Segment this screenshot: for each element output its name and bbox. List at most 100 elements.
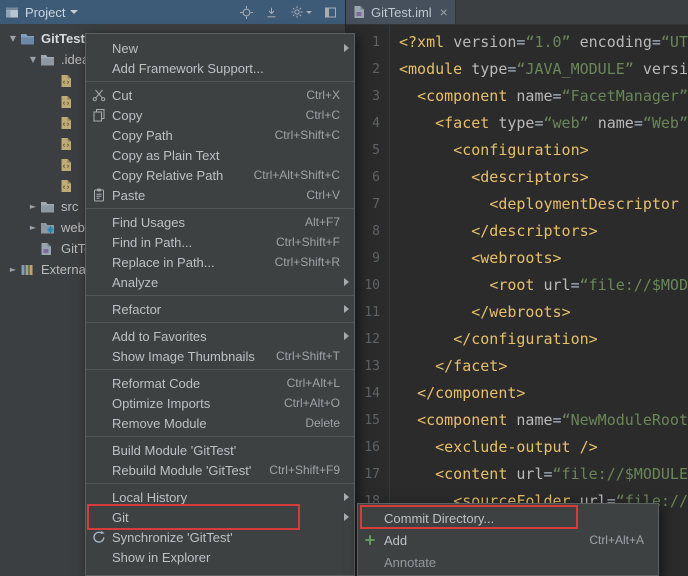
chevron-right-icon[interactable]: ► (26, 223, 40, 232)
menu-item-copy-relative-path[interactable]: Copy Relative PathCtrl+Alt+Shift+C (86, 165, 354, 185)
chevron-down-icon (306, 11, 312, 14)
code-line: <component name=“FacetManager”> (399, 83, 688, 110)
menu-separator (86, 322, 354, 323)
locate-icon[interactable] (240, 6, 253, 19)
menu-item-label: Show in Explorer (112, 550, 210, 565)
iml-file-icon (40, 242, 58, 256)
code-line: <facet type=“web” name=“Web”> (399, 110, 688, 137)
xml-file-icon (60, 116, 78, 130)
code-line: <module type=“JAVA_MODULE” version=“4”> (399, 56, 688, 83)
menu-shortcut: Ctrl+Shift+T (276, 349, 340, 363)
xml-file-icon (60, 74, 78, 88)
panel-header-actions (240, 5, 337, 19)
menu-item-local-history[interactable]: Local History (86, 487, 354, 507)
menu-item-label: Find in Path... (112, 235, 192, 250)
menu-item-new[interactable]: New (86, 38, 354, 58)
menu-item-commit-directory[interactable]: Commit Directory... (358, 507, 658, 529)
xml-file-icon (60, 179, 78, 193)
chevron-down-icon[interactable]: ▼ (6, 34, 20, 43)
menu-item-show-in-explorer[interactable]: Show in Explorer (86, 547, 354, 567)
menu-item-label: Paste (112, 188, 145, 203)
tab-gittest-iml[interactable]: GitTest.iml × (346, 0, 456, 24)
menu-item-copy[interactable]: CopyCtrl+C (86, 105, 354, 125)
tree-label: src (61, 199, 78, 214)
menu-item-label: Git (112, 510, 129, 525)
editor-body: 123456789101112131415161718 <?xml versio… (346, 25, 688, 576)
menu-item-label: Refactor (112, 302, 161, 317)
ide-window: Project ▼GitTest▼.idea►src►webGitTest.im… (0, 0, 688, 576)
submenu-arrow-icon (344, 493, 349, 501)
menu-icon-spacer (92, 396, 112, 410)
menu-shortcut: Ctrl+Alt+A (589, 533, 644, 547)
menu-icon-spacer (92, 168, 112, 182)
menu-icon-spacer (92, 550, 112, 564)
menu-icon-spacer (92, 463, 112, 477)
tree-label: GitTest (41, 31, 85, 46)
menu-item-copy-path[interactable]: Copy PathCtrl+Shift+C (86, 125, 354, 145)
menu-item-annotate[interactable]: Annotate (358, 551, 658, 573)
editor-tab-bar: GitTest.iml × (346, 0, 688, 25)
project-panel-title[interactable]: Project (25, 5, 65, 20)
menu-item-paste[interactable]: Paste Ctrl+V (86, 185, 354, 205)
menu-shortcut: Alt+F7 (305, 215, 340, 229)
editor-pane: GitTest.iml × 12345678910111213141516171… (345, 0, 688, 576)
menu-icon-spacer (92, 329, 112, 343)
xml-file-icon (60, 137, 78, 151)
editor-code[interactable]: <?xml version=“1.0” encoding=“UTF-8”?><m… (390, 25, 688, 576)
menu-item-analyze[interactable]: Analyze (86, 272, 354, 292)
menu-item-add-framework-support[interactable]: Add Framework Support... (86, 58, 354, 78)
code-line: </facet> (399, 353, 688, 380)
menu-icon-spacer (92, 255, 112, 269)
menu-separator (86, 369, 354, 370)
menu-item-reformat-code[interactable]: Reformat CodeCtrl+Alt+L (86, 373, 354, 393)
menu-item-label: Synchronize 'GitTest' (112, 530, 233, 545)
chevron-down-icon[interactable] (70, 10, 78, 14)
menu-item-show-image-thumbnails[interactable]: Show Image Thumbnails Ctrl+Shift+T (86, 346, 354, 366)
menu-separator (86, 436, 354, 437)
menu-item-cut[interactable]: CutCtrl+X (86, 85, 354, 105)
code-line: <exclude-output /> (399, 434, 688, 461)
tree-label: web (61, 220, 85, 235)
menu-item-label: Annotate (384, 555, 436, 570)
menu-item-find-in-path[interactable]: Find in Path...Ctrl+Shift+F (86, 232, 354, 252)
hide-panel-icon[interactable] (324, 6, 337, 19)
menu-item-add-to-favorites[interactable]: Add to Favorites (86, 326, 354, 346)
menu-item-label: Find Usages (112, 215, 185, 230)
menu-item-rebuild-module-gittest[interactable]: Rebuild Module 'GitTest'Ctrl+Shift+F9 (86, 460, 354, 480)
menu-item-label: Cut (112, 88, 132, 103)
menu-shortcut: Ctrl+V (306, 188, 340, 202)
settings-icon[interactable] (290, 5, 312, 19)
menu-icon-spacer (364, 555, 384, 569)
submenu-arrow-icon (344, 278, 349, 286)
chevron-down-icon[interactable]: ▼ (26, 55, 40, 64)
paste-icon (92, 188, 112, 202)
menu-item-replace-in-path[interactable]: Replace in Path...Ctrl+Shift+R (86, 252, 354, 272)
menu-shortcut: Ctrl+Alt+L (287, 376, 340, 390)
menu-separator (86, 295, 354, 296)
menu-item-remove-module[interactable]: Remove ModuleDelete (86, 413, 354, 433)
project-folder-icon (20, 32, 38, 45)
menu-item-synchronize-gittest[interactable]: Synchronize 'GitTest' (86, 527, 354, 547)
folder-icon (40, 200, 58, 213)
menu-shortcut: Ctrl+Shift+F9 (269, 463, 340, 477)
menu-item-label: Show Image Thumbnails (112, 349, 255, 364)
menu-item-label: Copy as Plain Text (112, 148, 219, 163)
code-line: <content url=“file://$MODULE_DIR$”> (399, 461, 688, 488)
chevron-right-icon[interactable]: ► (26, 202, 40, 211)
close-icon[interactable]: × (440, 5, 448, 19)
chevron-right-icon[interactable]: ► (6, 265, 20, 274)
menu-icon-spacer (92, 41, 112, 55)
menu-item-copy-as-plain-text[interactable]: Copy as Plain Text (86, 145, 354, 165)
menu-item-refactor[interactable]: Refactor (86, 299, 354, 319)
menu-item-add[interactable]: AddCtrl+Alt+A (358, 529, 658, 551)
menu-item-optimize-imports[interactable]: Optimize ImportsCtrl+Alt+O (86, 393, 354, 413)
menu-item-build-module-gittest[interactable]: Build Module 'GitTest' (86, 440, 354, 460)
menu-item-find-usages[interactable]: Find Usages Alt+F7 (86, 212, 354, 232)
plus-icon (364, 533, 384, 547)
scissors-icon (92, 88, 112, 102)
menu-shortcut: Ctrl+Shift+C (275, 128, 340, 142)
code-line: <webroots> (399, 245, 688, 272)
collapse-all-icon[interactable] (265, 6, 278, 19)
code-line: <component name=“NewModuleRootManager” i… (399, 407, 688, 434)
menu-item-git[interactable]: Git (86, 507, 354, 527)
